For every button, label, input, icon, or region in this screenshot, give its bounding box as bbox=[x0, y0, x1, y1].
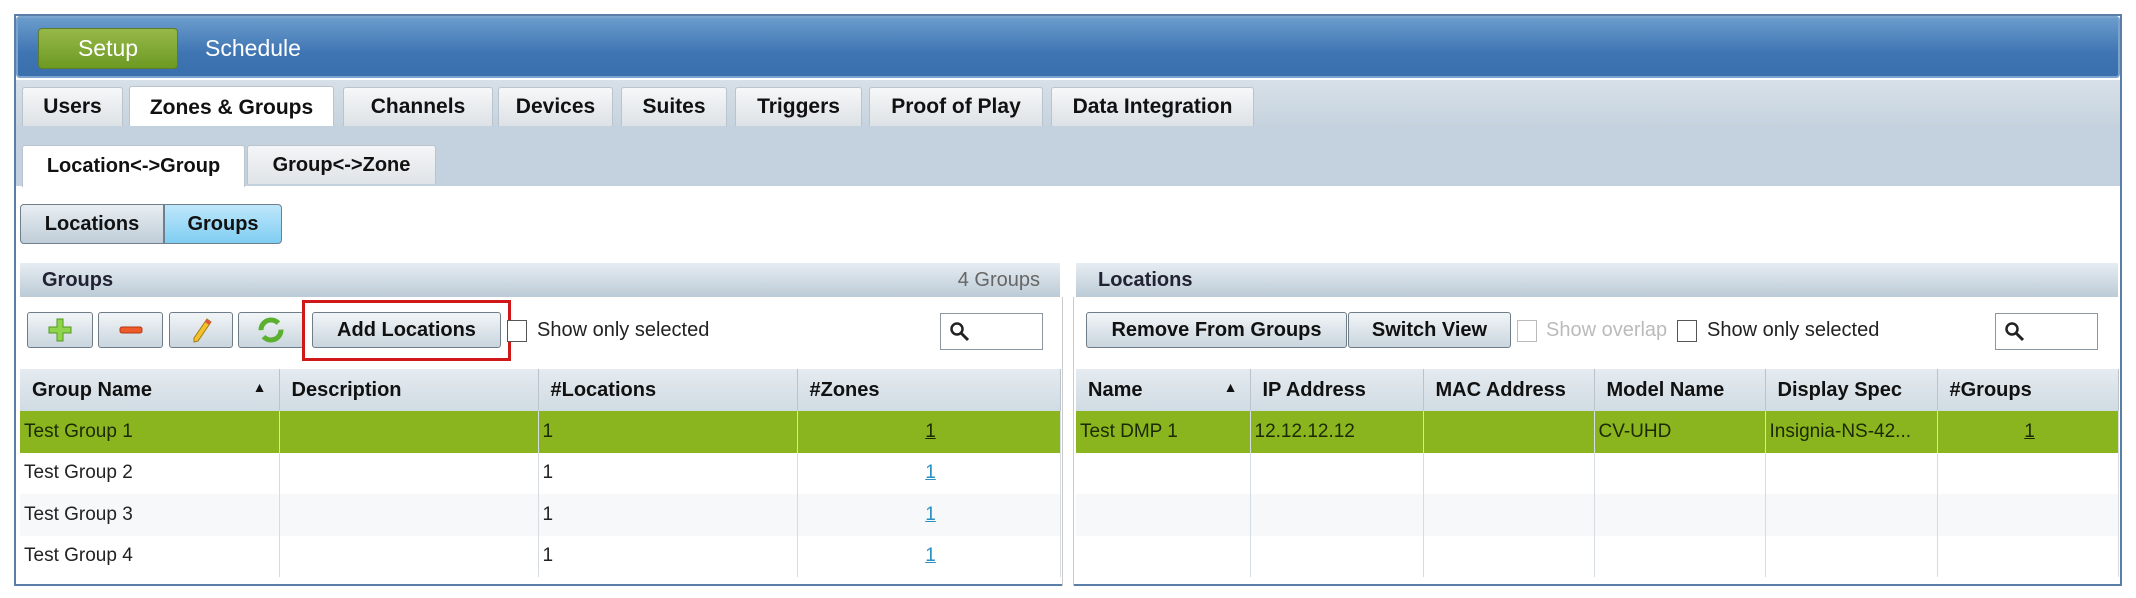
locations-panel-header: Locations bbox=[1076, 263, 2118, 297]
show-only-selected-checkbox[interactable] bbox=[1677, 320, 1697, 342]
cell-locations: 1 bbox=[538, 411, 798, 453]
plus-icon bbox=[48, 318, 72, 342]
refresh-button[interactable] bbox=[238, 312, 304, 348]
groups-table: Group Name ▲ Description #Locations #Zone… bbox=[20, 369, 1061, 577]
col-display-spec[interactable]: Display Spec bbox=[1765, 369, 1938, 411]
locations-search-input[interactable] bbox=[1995, 313, 2098, 350]
toggle-groups[interactable]: Groups bbox=[164, 204, 282, 244]
show-only-selected-label: Show only selected bbox=[537, 319, 710, 341]
groups-link[interactable]: 1 bbox=[1942, 421, 2118, 443]
show-overlap-label: Show overlap bbox=[1546, 319, 1668, 341]
sort-asc-icon: ▲ bbox=[252, 378, 267, 395]
cell-description bbox=[279, 452, 539, 494]
nav-schedule[interactable]: Schedule bbox=[188, 28, 318, 69]
search-icon bbox=[2005, 322, 2025, 342]
empty-row bbox=[1076, 452, 2119, 494]
table-row[interactable]: Test Group 3 1 1 bbox=[20, 494, 1061, 536]
remove-from-groups-button[interactable]: Remove From Groups bbox=[1086, 312, 1347, 348]
table-row[interactable]: Test Group 1 1 1 bbox=[20, 411, 1061, 453]
cell-name: Test Group 2 bbox=[20, 452, 280, 494]
cell-mac bbox=[1423, 411, 1595, 453]
pencil-icon bbox=[193, 318, 212, 343]
subtab-location-group[interactable]: Location<->Group bbox=[22, 145, 245, 187]
col-ip-address[interactable]: IP Address bbox=[1250, 369, 1424, 411]
zones-link[interactable]: 1 bbox=[802, 504, 1060, 526]
highlight-box bbox=[302, 300, 511, 361]
cell-name: Test Group 1 bbox=[20, 411, 280, 453]
col-description[interactable]: Description bbox=[279, 369, 539, 411]
cell-display: Insignia-NS-42... bbox=[1765, 411, 1938, 453]
switch-view-button[interactable]: Switch View bbox=[1348, 312, 1511, 348]
col-name[interactable]: Name ▲ bbox=[1076, 369, 1251, 411]
locations-panel-title: Locations bbox=[1098, 268, 1193, 291]
table-row[interactable]: Test Group 2 1 1 bbox=[20, 452, 1061, 494]
show-only-selected-label: Show only selected bbox=[1707, 319, 1880, 341]
remove-group-button[interactable] bbox=[98, 312, 163, 348]
add-group-button[interactable] bbox=[27, 312, 93, 348]
groups-search-input[interactable] bbox=[940, 313, 1043, 350]
show-only-selected-checkbox[interactable] bbox=[507, 320, 527, 342]
empty-row bbox=[1076, 535, 2119, 577]
subtab-group-zone[interactable]: Group<->Zone bbox=[247, 145, 436, 184]
col-mac-address[interactable]: MAC Address bbox=[1423, 369, 1595, 411]
tab-proof-of-play[interactable]: Proof of Play bbox=[869, 87, 1043, 126]
tab-triggers[interactable]: Triggers bbox=[735, 87, 862, 126]
locations-table: Name ▲ IP Address MAC Address Model Name … bbox=[1076, 369, 2119, 577]
cell-model: CV-UHD bbox=[1594, 411, 1766, 453]
cell-description bbox=[279, 411, 539, 453]
search-icon bbox=[950, 322, 970, 342]
cell-locations: 1 bbox=[538, 494, 798, 536]
tab-zones-groups[interactable]: Zones & Groups bbox=[129, 86, 334, 128]
tab-suites[interactable]: Suites bbox=[621, 87, 727, 126]
cell-locations: 1 bbox=[538, 452, 798, 494]
tab-channels[interactable]: Channels bbox=[343, 87, 493, 126]
cell-description bbox=[279, 535, 539, 577]
cell-name: Test Group 3 bbox=[20, 494, 280, 536]
cell-name: Test Group 4 bbox=[20, 535, 280, 577]
zones-link[interactable]: 1 bbox=[802, 545, 1060, 567]
col-model-name[interactable]: Model Name bbox=[1594, 369, 1766, 411]
col-group-name[interactable]: Group Name ▲ bbox=[20, 369, 280, 411]
empty-row bbox=[1076, 494, 2119, 536]
groups-count: 4 Groups bbox=[957, 268, 1040, 291]
locations-table-header: Name ▲ IP Address MAC Address Model Name … bbox=[1076, 369, 2119, 411]
panel-splitter[interactable] bbox=[1062, 297, 1074, 586]
sort-asc-icon: ▲ bbox=[1223, 378, 1238, 395]
tab-data-integration[interactable]: Data Integration bbox=[1051, 87, 1254, 126]
groups-panel-title: Groups bbox=[42, 268, 114, 291]
tab-users[interactable]: Users bbox=[22, 87, 123, 126]
nav-setup[interactable]: Setup bbox=[38, 28, 178, 69]
table-row[interactable]: Test Group 4 1 1 bbox=[20, 535, 1061, 577]
table-row[interactable]: Test DMP 1 12.12.12.12 CV-UHD Insignia-N… bbox=[1076, 411, 2119, 453]
col-groups[interactable]: #Groups bbox=[1937, 369, 2119, 411]
tab-devices[interactable]: Devices bbox=[498, 87, 613, 126]
groups-table-header: Group Name ▲ Description #Locations #Zone… bbox=[20, 369, 1061, 411]
col-zones[interactable]: #Zones bbox=[797, 369, 1061, 411]
zones-link[interactable]: 1 bbox=[802, 462, 1060, 484]
groups-panel-header: Groups 4 Groups bbox=[20, 263, 1060, 297]
toggle-locations[interactable]: Locations bbox=[20, 204, 164, 244]
edit-group-button[interactable] bbox=[169, 312, 233, 348]
refresh-icon bbox=[258, 317, 284, 343]
top-nav: Setup Schedule bbox=[16, 16, 2120, 78]
cell-description bbox=[279, 494, 539, 536]
col-locations[interactable]: #Locations bbox=[538, 369, 798, 411]
zones-link[interactable]: 1 bbox=[802, 421, 1060, 443]
cell-name: Test DMP 1 bbox=[1076, 411, 1251, 453]
show-overlap-checkbox[interactable] bbox=[1517, 320, 1537, 342]
cell-locations: 1 bbox=[538, 535, 798, 577]
cell-ip: 12.12.12.12 bbox=[1250, 411, 1424, 453]
minus-icon bbox=[119, 326, 142, 334]
